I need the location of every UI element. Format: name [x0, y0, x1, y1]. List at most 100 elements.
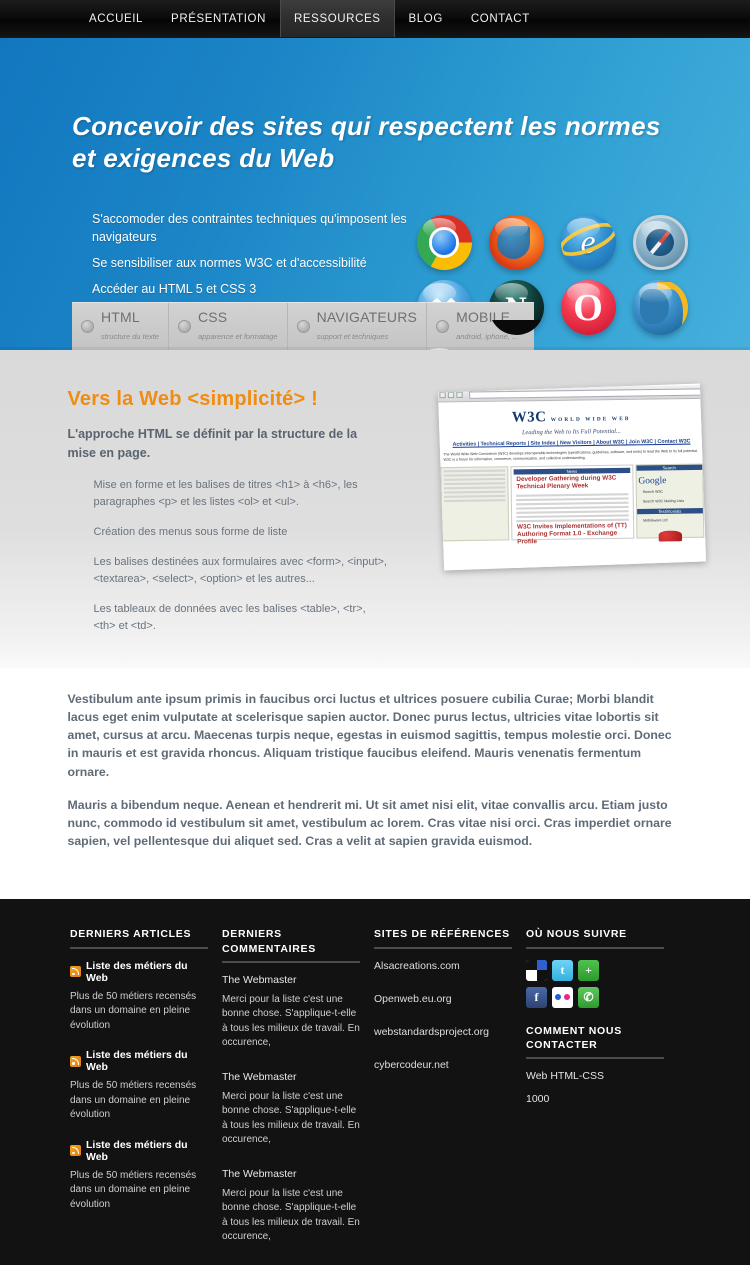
section-lead-text: L'approche HTML se définit par la struct… [67, 427, 358, 460]
nav-item-presentation[interactable]: PRÉSENTATION [157, 0, 280, 37]
w3c-sponsor-name: Mobileware Ltd [642, 518, 668, 524]
w3c-website-screenshot[interactable]: W3C WORLD WIDE WEB Leading the Web to It… [437, 383, 706, 571]
tab-html[interactable]: HTML structure du texte [72, 303, 169, 350]
internet-explorer-browser-icon[interactable] [560, 215, 616, 270]
intro-content-section: Vers la Web <simplicité> ! L'approche HT… [0, 350, 750, 668]
feature-list-item: Création des menus sous forme de liste [93, 525, 288, 538]
message-icon[interactable]: ✆ [578, 986, 599, 1008]
footer-heading-contact: COMMENT NOUS CONTACTER [526, 1024, 664, 1059]
globe-arc-browser-icon[interactable] [632, 280, 688, 335]
rss-icon [70, 1145, 81, 1156]
tab-css-title: CSS [197, 308, 228, 325]
delicious-icon[interactable] [526, 959, 547, 981]
hero-bullet-2: Se sensibiliser aux normes W3C et d'acce… [92, 256, 367, 271]
plus-icon[interactable]: + [578, 959, 599, 981]
footer-article-item[interactable]: Liste des métiers du Web Plus de 50 méti… [70, 1049, 208, 1123]
bullet-icon [436, 320, 450, 333]
chrome-browser-icon[interactable] [416, 215, 472, 270]
footer-reference-link[interactable]: webstandardsproject.org [374, 1026, 512, 1038]
bullet-icon [177, 320, 191, 333]
w3c-search-bar-label: Search [635, 464, 702, 472]
footer-reference-link[interactable]: Openweb.eu.org [374, 993, 512, 1005]
article-body-section: Vestibulum ante ipsum primis in faucibus… [0, 667, 750, 900]
footer-article-desc: Plus de 50 métiers recensés dans un doma… [70, 990, 197, 1031]
footer-heading-follow: OÙ NOUS SUIVRE [526, 927, 664, 949]
footer-article-title: Liste des métiers du Web [86, 1049, 188, 1073]
footer-heading-comments: DERNIERS COMMENTAIRES [222, 927, 360, 963]
firefox-browser-icon[interactable] [488, 215, 544, 270]
globe-arc-decoration [656, 282, 688, 333]
hero-banner: Concevoir des sites qui respectent les n… [0, 38, 750, 350]
footer-article-title: Liste des métiers du Web [86, 959, 188, 984]
ie-ring-decoration [560, 216, 616, 264]
back-icon [438, 391, 446, 399]
footer-article-title: Liste des métiers du Web [86, 1138, 188, 1163]
footer-article-desc: Plus de 50 métiers recensés dans un doma… [70, 1169, 197, 1210]
footer-comment-item[interactable]: The Webmaster Merci pour la liste c'est … [222, 974, 360, 1051]
bullet-icon [81, 320, 94, 333]
tab-css[interactable]: CSS apparence et formatage [168, 303, 288, 350]
hero-bullet-3: Accéder au HTML 5 et CSS 3 [92, 282, 257, 297]
tab-navigateurs-subtitle: support et techniques [316, 331, 389, 341]
footer-comment-author: The Webmaster [222, 1167, 297, 1180]
nav-item-accueil[interactable]: ACCUEIL [75, 0, 157, 37]
w3c-left-column [439, 466, 510, 542]
feature-list-item: Les tableaux de données avec les balises… [93, 602, 366, 632]
social-icon-row-1: t + [526, 959, 664, 981]
w3c-tagline: Leading the Web to Its Full Potential... [521, 428, 621, 437]
social-icon-row-2: f ✆ [526, 986, 664, 1008]
w3c-news-headline-2: W3C Invites Implementations of (TT) Auth… [516, 522, 627, 546]
forward-icon [447, 391, 454, 399]
footer-reference-link[interactable]: Alsacreations.com [374, 960, 512, 972]
nav-item-blog[interactable]: BLOG [395, 0, 457, 37]
w3c-search-lists-link: Search W3C Mailing Lists [642, 499, 684, 504]
feature-list: Mise en forme et les balises de titres <… [94, 477, 388, 635]
w3c-news-headline: Developer Gathering during W3C Technical… [515, 475, 616, 491]
rss-icon [70, 966, 81, 977]
hero-bullet-1: S'accomoder des contraintes techniques q… [92, 212, 407, 245]
url-bar [468, 387, 702, 399]
intro-text-column: Vers la Web <simplicité> ! L'approche HT… [68, 388, 388, 635]
bullet-icon [296, 320, 310, 333]
safari-needle-decoration [649, 230, 671, 255]
footer-column-articles: DERNIERS ARTICLES Liste des métiers du W… [70, 927, 222, 1264]
footer-comment-author: The Webmaster [222, 1070, 297, 1083]
category-tab-strip: HTML structure du texte CSS apparence et… [72, 302, 534, 350]
w3c-nav-links: Activities | Technical Reports | Site In… [452, 438, 691, 448]
w3c-news-column: News Developer Gathering during W3C Tech… [510, 464, 634, 546]
tab-navigateurs-title: NAVIGATEURS [316, 308, 418, 325]
safari-browser-icon[interactable] [632, 215, 688, 270]
twitter-icon[interactable]: t [552, 959, 573, 981]
body-paragraph: Vestibulum ante ipsum primis in faucibus… [67, 691, 672, 779]
footer-heading-articles: DERNIERS ARTICLES [70, 927, 208, 949]
footer-contact-line: 1000 [526, 1092, 550, 1105]
footer-column-comments: DERNIERS COMMENTAIRES The Webmaster Merc… [222, 927, 374, 1264]
body-paragraph: Mauris a bibendum neque. Aenean et hendr… [67, 797, 672, 849]
footer-contact-line: Web HTML-CSS [526, 1069, 604, 1082]
w3c-search-field-label: Search W3C [642, 489, 663, 495]
footer-reference-link[interactable]: cybercodeur.net [374, 1059, 512, 1071]
footer-article-item[interactable]: Liste des métiers du Web Plus de 50 méti… [70, 1139, 208, 1213]
footer-comment-text: Merci pour la liste c'est une bonne chos… [222, 1187, 360, 1243]
w3c-sponsor-logo [657, 530, 682, 542]
footer-comment-item[interactable]: The Webmaster Merci pour la liste c'est … [222, 1071, 360, 1148]
site-footer: DERNIERS ARTICLES Liste des métiers du W… [0, 899, 750, 1265]
w3c-logo-subtitle: WORLD WIDE WEB [550, 416, 631, 424]
footer-comment-author: The Webmaster [222, 973, 297, 986]
opera-browser-icon[interactable] [560, 280, 616, 335]
footer-article-desc: Plus de 50 métiers recensés dans un doma… [70, 1080, 197, 1120]
footer-comment-item[interactable]: The Webmaster Merci pour la liste c'est … [222, 1168, 360, 1245]
tab-navigateurs[interactable]: NAVIGATEURS support et techniques [287, 303, 428, 350]
facebook-icon[interactable]: f [526, 986, 547, 1008]
nav-item-ressources[interactable]: RESSOURCES [280, 0, 395, 37]
footer-article-item[interactable]: Liste des métiers du Web Plus de 50 méti… [70, 960, 208, 1034]
tab-css-subtitle: apparence et formatage [197, 331, 278, 341]
footer-comment-text: Merci pour la liste c'est une bonne chos… [222, 993, 360, 1049]
footer-column-follow: OÙ NOUS SUIVRE t + f ✆ COMMENT NOUS CONT… [526, 927, 678, 1264]
browser-chrome-bar [437, 385, 706, 403]
flickr-icon[interactable] [552, 986, 573, 1008]
feature-list-item: Les balises destinées aux formulaires av… [93, 555, 388, 585]
nav-item-contact[interactable]: CONTACT [457, 0, 544, 37]
section-heading: Vers la Web <simplicité> ! [67, 388, 319, 410]
footer-column-references: SITES DE RÉFÉRENCES Alsacreations.com Op… [374, 927, 526, 1264]
